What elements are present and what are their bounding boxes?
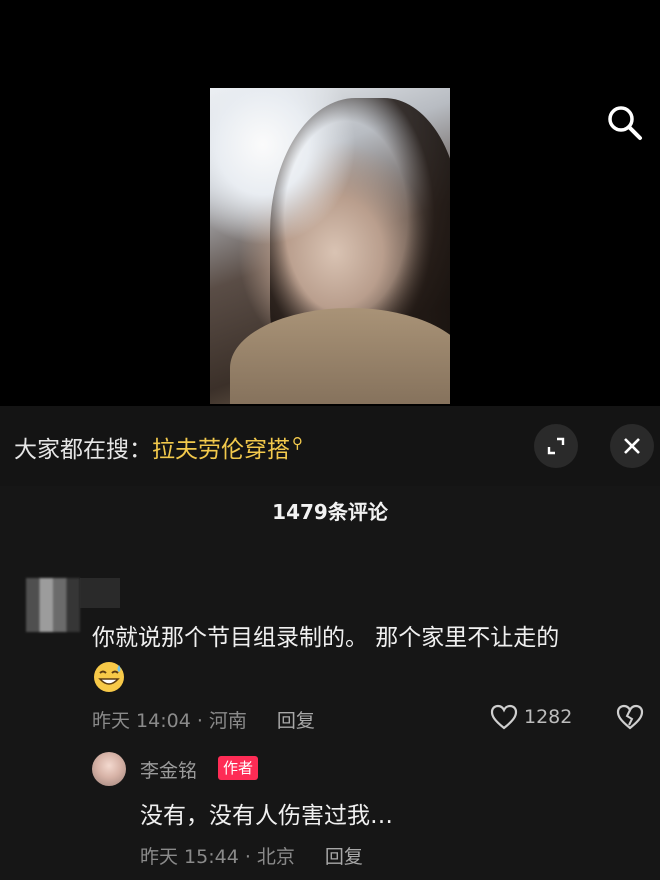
reply-username[interactable]: 李金铭 — [140, 756, 197, 783]
avatar[interactable] — [26, 578, 80, 632]
like-button[interactable]: 1282 — [490, 704, 572, 730]
reply-button[interactable]: 回复 — [277, 706, 315, 733]
close-button[interactable] — [610, 424, 654, 468]
reply-time: 昨天 15:44 · 北京 — [140, 846, 295, 868]
reply-text: 没有，没有人伤害过我… — [140, 803, 393, 829]
dislike-button[interactable] — [616, 704, 644, 734]
close-icon — [624, 438, 640, 454]
heart-icon — [490, 704, 518, 730]
small-search-icon: ⚲ — [292, 434, 303, 453]
comment-time: 昨天 14:04 · 河南 — [92, 710, 247, 732]
reply-avatar[interactable] — [92, 752, 126, 786]
status-bar-area — [0, 0, 660, 88]
comment-text: 你就说那个节目组录制的。 那个家里不让走的 — [92, 625, 560, 651]
reply-reply-button[interactable]: 回复 — [325, 842, 363, 869]
search-hint-label: 大家都在搜： — [14, 437, 152, 463]
username-blurred — [80, 578, 120, 608]
broken-heart-icon — [616, 704, 644, 730]
comment-meta: 昨天 14:04 · 河南 回复 — [92, 706, 315, 733]
sweat-smile-emoji — [92, 660, 126, 694]
video-frame[interactable] — [210, 88, 450, 404]
like-count: 1282 — [524, 706, 573, 728]
expand-button[interactable] — [534, 424, 578, 468]
comment-count: 1479条评论 — [272, 500, 388, 524]
search-icon[interactable] — [604, 102, 646, 144]
search-hint-query[interactable]: 拉夫劳伦穿搭 — [152, 437, 290, 463]
search-hint[interactable]: 大家都在搜：拉夫劳伦穿搭 ⚲ — [14, 430, 303, 464]
expand-icon — [547, 437, 565, 455]
author-badge: 作者 — [218, 756, 259, 780]
reply-meta: 昨天 15:44 · 北京 回复 — [140, 842, 363, 869]
